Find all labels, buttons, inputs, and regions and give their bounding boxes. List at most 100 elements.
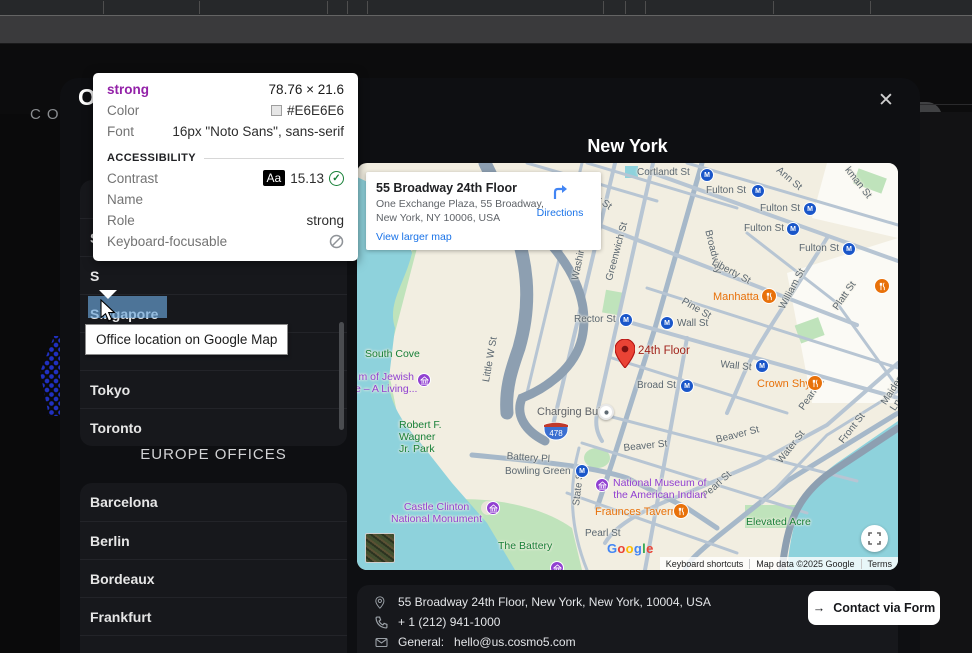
map-poi-label[interactable]: Crown Shy xyxy=(757,378,811,390)
map-poi-label[interactable]: m of Jewish e – A Living... xyxy=(357,371,417,395)
contrast-sample-badge: Aa xyxy=(262,170,286,186)
mouse-cursor xyxy=(100,299,116,322)
map-street-label: Elevated Acre xyxy=(746,516,811,528)
restaurant-poi-icon[interactable] xyxy=(761,288,777,304)
landmark-poi-icon[interactable] xyxy=(598,404,614,420)
svg-text:478: 478 xyxy=(549,429,563,438)
element-color-value: #E6E6E6 xyxy=(270,103,344,118)
view-larger-map-link[interactable]: View larger map xyxy=(376,231,591,243)
museum-poi-icon[interactable] xyxy=(486,501,500,515)
element-font-value: 16px "Noto Sans", sans-serif xyxy=(172,124,344,139)
accessibility-section-header: ACCESSIBILITY xyxy=(107,152,344,164)
email-link[interactable]: hello@us.cosmo5.com xyxy=(454,635,576,649)
subway-station-badge[interactable]: M xyxy=(803,202,817,216)
contact-via-form-button[interactable]: → Contact via Form xyxy=(808,591,940,625)
contact-phone-row: + 1 (212) 941-1000 xyxy=(375,615,500,629)
terms-link[interactable]: Terms xyxy=(860,558,899,569)
map-poi-label[interactable]: Manhatta xyxy=(713,291,759,303)
not-focusable-icon xyxy=(329,234,344,249)
office-row-berlin[interactable]: Berlin xyxy=(80,521,347,559)
subway-station-badge[interactable]: M xyxy=(786,222,800,236)
office-list-europe: Barcelona Berlin Bordeaux Frankfurt xyxy=(80,483,347,653)
browser-tab-strip[interactable] xyxy=(0,0,972,15)
subway-station-badge[interactable]: M xyxy=(751,184,765,198)
close-icon[interactable]: ✕ xyxy=(878,89,894,112)
pin-icon xyxy=(375,595,388,609)
office-row-frankfurt[interactable]: Frankfurt xyxy=(80,597,347,635)
satellite-layer-toggle[interactable] xyxy=(365,533,395,563)
office-row-bordeaux[interactable]: Bordeaux xyxy=(80,559,347,597)
devtools-inspect-tooltip: strong 78.76 × 21.6 Color #E6E6E6 Font 1… xyxy=(93,73,358,261)
page-divider xyxy=(915,104,972,105)
list-scrollbar-thumb[interactable] xyxy=(339,322,344,430)
map-street-label: Rector St xyxy=(574,314,616,325)
map-street-label: Cortlandt St xyxy=(637,167,690,178)
map-info-card: 55 Broadway 24th Floor One Exchange Plaz… xyxy=(366,172,601,250)
tab-divider xyxy=(773,1,774,14)
office-row[interactable] xyxy=(80,635,347,653)
office-row[interactable]: S xyxy=(80,256,347,294)
map-street-label: Broad St xyxy=(637,380,676,391)
museum-poi-icon[interactable] xyxy=(417,373,431,387)
role-value: strong xyxy=(306,213,344,228)
contact-address-row: 55 Broadway 24th Floor, New York, New Yo… xyxy=(375,595,711,609)
map-poi-label[interactable]: Castle Clinton National Monument xyxy=(391,501,482,525)
directions-button[interactable]: Directions xyxy=(531,184,589,219)
map-street-label: Robert F. Wagner Jr. Park xyxy=(399,419,442,455)
office-row-barcelona[interactable]: Barcelona xyxy=(80,483,347,521)
city-title: New York xyxy=(587,136,668,156)
restaurant-poi-icon[interactable] xyxy=(673,503,689,519)
subway-station-badge[interactable]: M xyxy=(680,379,694,393)
map-street-label: Charging Bull xyxy=(537,406,604,418)
tab-divider xyxy=(367,1,368,14)
screen: COSMO5 Who We Are ⌄ What We Do ⌄ Our Wor… xyxy=(0,0,972,653)
contrast-value: Aa 15.13 ✓ xyxy=(262,170,344,186)
devtools-tooltip-arrow xyxy=(99,290,117,299)
map-street-label: Fulton St xyxy=(760,203,801,214)
office-row-toronto[interactable]: Toronto xyxy=(80,408,347,446)
contrast-pass-icon: ✓ xyxy=(329,170,344,186)
museum-poi-icon[interactable] xyxy=(595,478,609,492)
keyboard-shortcuts-link[interactable]: Keyboard shortcuts xyxy=(660,559,750,569)
phone-icon xyxy=(375,615,388,629)
map-data-text: Map data ©2025 Google xyxy=(749,558,860,569)
contact-email-row: General: hello@us.cosmo5.com xyxy=(375,635,576,649)
native-tooltip: Office location on Google Map xyxy=(85,324,289,355)
map-street-label: Bowling Green xyxy=(505,466,571,477)
google-logo[interactable]: Google xyxy=(607,541,654,556)
map-poi-label[interactable]: Fraunces Tavern xyxy=(595,506,677,518)
subway-station-badge[interactable]: M xyxy=(842,242,856,256)
google-map-embed[interactable]: Cortlandt St Fulton St Fulton St Fulton St F… xyxy=(357,163,898,570)
inspected-element-tag: strong xyxy=(107,82,149,97)
arrow-right-icon: → xyxy=(812,601,826,615)
directions-icon xyxy=(553,185,567,199)
museum-poi-icon[interactable] xyxy=(550,561,564,570)
subway-station-badge[interactable]: M xyxy=(755,359,769,373)
mail-icon xyxy=(375,636,388,649)
map-street-label: Fulton St xyxy=(744,223,785,234)
tab-divider xyxy=(603,1,604,14)
map-attribution: Keyboard shortcuts Map data ©2025 Google… xyxy=(659,557,899,570)
map-pin-icon[interactable] xyxy=(615,339,635,368)
fullscreen-button[interactable] xyxy=(861,525,888,552)
restaurant-poi-icon[interactable] xyxy=(874,278,890,294)
subway-station-badge[interactable]: M xyxy=(700,168,714,182)
subway-station-badge[interactable]: M xyxy=(575,464,589,478)
tab-divider xyxy=(103,1,104,14)
office-row-tokyo[interactable]: Tokyo xyxy=(80,370,347,408)
europe-offices-heading: EUROPE OFFICES xyxy=(140,446,287,463)
interstate-478-shield: 478 xyxy=(543,422,569,441)
subway-station-badge[interactable]: M xyxy=(619,313,633,327)
restaurant-poi-icon[interactable] xyxy=(807,375,823,391)
tab-divider xyxy=(870,1,871,14)
browser-toolbar[interactable] xyxy=(0,15,972,44)
tab-divider xyxy=(625,1,626,14)
map-poi-label[interactable]: 24th Floor xyxy=(638,345,690,357)
tab-divider xyxy=(327,1,328,14)
map-poi-label[interactable]: National Museum of the American Indian xyxy=(613,477,706,501)
tab-divider xyxy=(347,1,348,14)
subway-station-badge[interactable]: M xyxy=(660,316,674,330)
map-street-label: The Battery xyxy=(498,540,553,552)
map-street-label: South Cove xyxy=(365,348,420,360)
element-dimensions: 78.76 × 21.6 xyxy=(268,82,344,97)
